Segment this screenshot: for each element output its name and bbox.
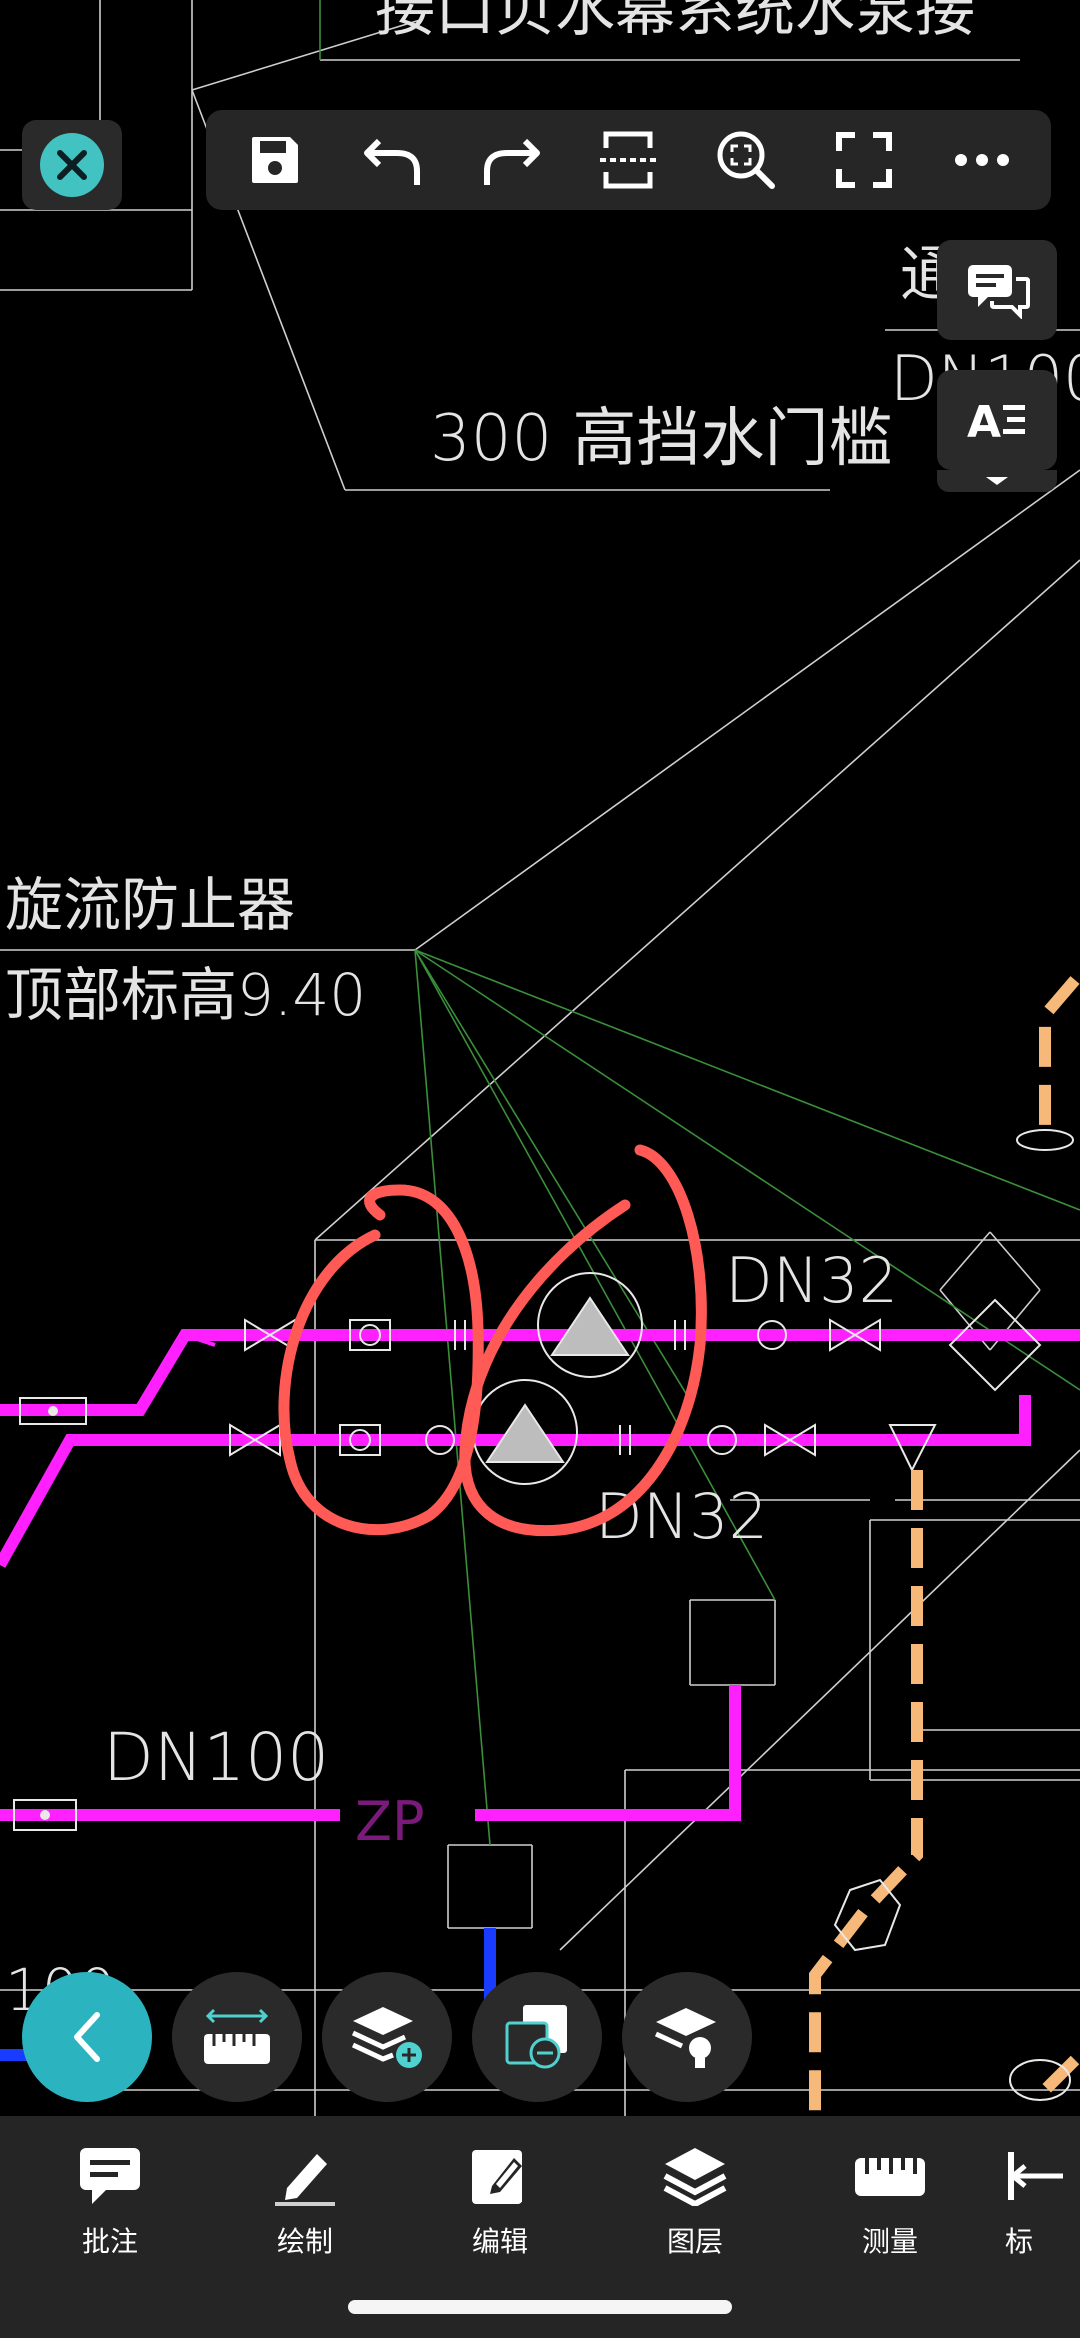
close-icon bbox=[40, 133, 104, 197]
edit-icon bbox=[472, 2150, 522, 2204]
drawing-text-top: 接口贝水幕系统水泵接 bbox=[375, 0, 975, 45]
tab-annotate-label: 批注 bbox=[81, 2225, 138, 2258]
tab-layers-label: 图层 bbox=[666, 2225, 723, 2258]
compare-button[interactable] bbox=[472, 1972, 602, 2102]
redo-button[interactable] bbox=[466, 115, 556, 205]
save-icon bbox=[251, 137, 298, 183]
tab-measure[interactable]: 测量 bbox=[825, 2146, 955, 2260]
tab-edit-label: 编辑 bbox=[471, 2225, 528, 2258]
svg-text:A: A bbox=[967, 397, 1001, 445]
drawing-text-dn32-lower: DN32 bbox=[595, 1480, 768, 1553]
home-indicator[interactable] bbox=[348, 2300, 732, 2314]
ruler-icon bbox=[855, 2158, 925, 2196]
chevron-down-icon bbox=[986, 477, 1008, 485]
drawing-text-dn32-upper: DN32 bbox=[725, 1244, 898, 1317]
more-button[interactable] bbox=[937, 115, 1027, 205]
text-style-button[interactable]: A bbox=[937, 370, 1057, 470]
tab-draw-label: 绘制 bbox=[276, 2225, 333, 2258]
measure-button[interactable] bbox=[172, 1972, 302, 2102]
comments-icon bbox=[968, 265, 1030, 319]
tab-dimension-label: 标 bbox=[1005, 2225, 1034, 2258]
ruler-icon bbox=[204, 2008, 270, 2064]
comments-button[interactable] bbox=[937, 240, 1057, 340]
dimension-icon bbox=[1008, 2152, 1063, 2200]
layer-light-icon bbox=[654, 2008, 716, 2068]
comment-icon bbox=[80, 2148, 140, 2204]
fullscreen-button[interactable] bbox=[819, 115, 909, 205]
undo-icon bbox=[363, 138, 420, 185]
drawing-text-dn100-lower: DN100 bbox=[103, 1719, 329, 1796]
more-icon bbox=[954, 154, 1009, 166]
fullscreen-icon bbox=[836, 132, 893, 188]
tab-layers[interactable]: 图层 bbox=[630, 2146, 760, 2260]
drawing-text-elevation: 顶部标高9.40 bbox=[5, 961, 366, 1029]
add-layer-button[interactable] bbox=[322, 1972, 452, 2102]
pencil-icon bbox=[275, 2154, 335, 2206]
text-style-icon: A bbox=[967, 397, 1025, 445]
tab-dimension[interactable]: 标 bbox=[1005, 2146, 1080, 2260]
crop-icon bbox=[600, 131, 657, 189]
drawing-text-sill-note: 300 高挡水门槛 bbox=[430, 402, 893, 476]
tab-edit[interactable]: 编辑 bbox=[435, 2146, 565, 2260]
tab-annotate[interactable]: 批注 bbox=[45, 2146, 175, 2260]
crop-button[interactable] bbox=[583, 115, 673, 205]
back-button[interactable] bbox=[22, 1972, 152, 2102]
tab-measure-label: 测量 bbox=[861, 2225, 918, 2258]
compare-icon bbox=[505, 2005, 567, 2069]
tab-draw[interactable]: 绘制 bbox=[240, 2146, 370, 2260]
side-collapse-handle[interactable] bbox=[937, 470, 1057, 492]
drawing-text-zp: ZP bbox=[355, 1790, 425, 1853]
redo-icon bbox=[483, 138, 540, 185]
zoom-fit-icon bbox=[717, 131, 776, 189]
drawing-text-vortex: 旋流防止器 bbox=[5, 871, 295, 939]
layers-icon bbox=[663, 2148, 727, 2206]
zoom-fit-button[interactable] bbox=[701, 115, 791, 205]
layer-light-button[interactable] bbox=[622, 1972, 752, 2102]
save-button[interactable] bbox=[230, 115, 320, 205]
close-button[interactable] bbox=[22, 120, 122, 210]
top-toolbar bbox=[206, 110, 1051, 210]
undo-button[interactable] bbox=[348, 115, 438, 205]
chevron-left-icon bbox=[74, 2012, 100, 2062]
add-layer-icon bbox=[351, 2007, 422, 2068]
